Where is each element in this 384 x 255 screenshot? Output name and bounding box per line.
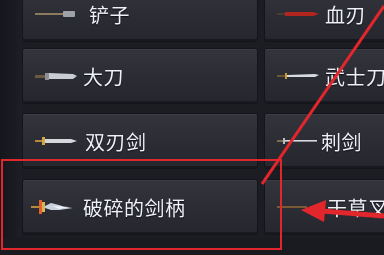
- panel-left-edge: [0, 0, 22, 255]
- pitchfork-icon: [277, 206, 307, 208]
- weapon-label: 破碎的剑柄: [83, 196, 186, 221]
- weapon-button-broken-sword-hilt[interactable]: 破碎的剑柄: [22, 179, 258, 235]
- big-blade-icon: [35, 73, 77, 80]
- weapon-button-blood-blade[interactable]: 血刃: [264, 0, 384, 42]
- weapon-button-double-edged-sword[interactable]: 双刃剑: [22, 113, 258, 169]
- shovel-icon: [35, 11, 75, 17]
- weapon-list-panel: 铲子 大刀 双刃剑 破碎的剑柄 血刃 武士刀 刺剑 干草叉: [0, 0, 384, 255]
- weapon-label: 血刃: [325, 3, 366, 28]
- weapon-label: 铲子: [89, 3, 130, 28]
- weapon-button-pitchfork[interactable]: 干草叉: [264, 179, 384, 235]
- weapon-button-big-blade[interactable]: 大刀: [22, 48, 258, 104]
- rapier-icon: [277, 138, 317, 144]
- weapon-button-katana[interactable]: 武士刀: [264, 48, 384, 104]
- katana-icon: [277, 73, 319, 79]
- weapon-label: 双刃剑: [85, 130, 147, 155]
- weapon-button-shovel[interactable]: 铲子: [22, 0, 258, 42]
- weapon-button-rapier[interactable]: 刺剑: [264, 113, 384, 169]
- weapon-label: 武士刀: [325, 65, 384, 90]
- double-edged-sword-icon: [35, 137, 77, 145]
- blood-blade-icon: [277, 12, 319, 16]
- broken-sword-hilt-icon: [31, 200, 73, 214]
- weapon-label: 刺剑: [321, 130, 362, 155]
- panel-bottom-edge: [0, 238, 384, 255]
- weapon-label: 大刀: [83, 65, 124, 90]
- weapon-label: 干草叉: [327, 196, 384, 221]
